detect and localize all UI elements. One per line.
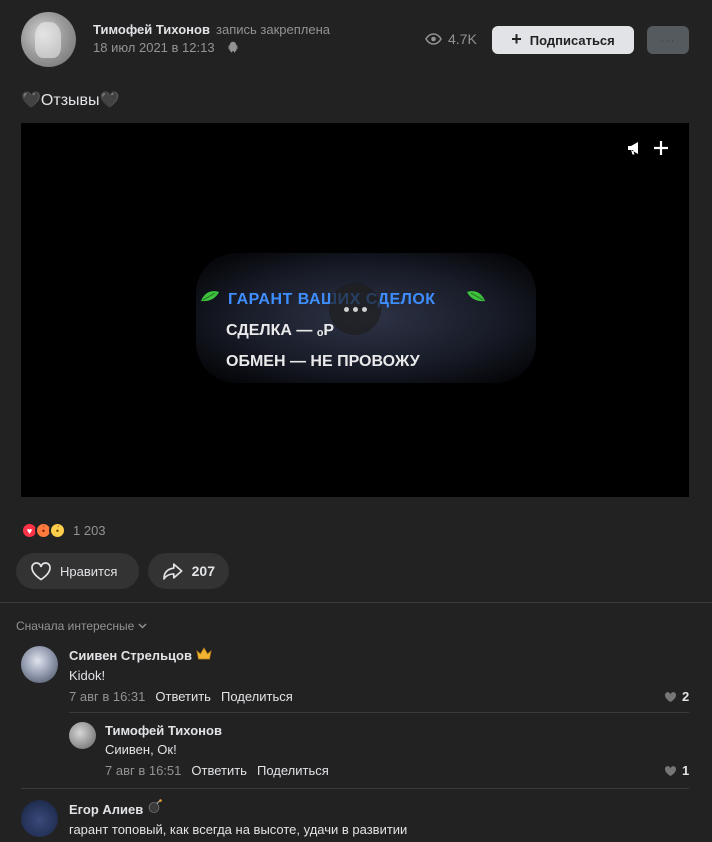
android-icon xyxy=(228,41,238,53)
comment-text: гарант топовый, как всегда на высоте, уд… xyxy=(69,822,408,837)
more-dots-icon: ··· xyxy=(660,33,676,47)
pinned-note: запись закреплена xyxy=(216,22,330,37)
comment-meta: 7 авг в 16:31 Ответить Поделиться xyxy=(69,689,293,704)
sort-label: Сначала интересные xyxy=(16,619,135,633)
reply-button[interactable]: Ответить xyxy=(155,689,211,704)
video-controls xyxy=(627,140,669,156)
comment-like-count: 2 xyxy=(682,689,690,704)
loading-spinner-icon xyxy=(329,283,381,335)
share-comment-button[interactable]: Поделиться xyxy=(257,763,329,778)
author-name[interactable]: Тимофей Тихонов xyxy=(93,22,210,37)
share-comment-button[interactable]: Поделиться xyxy=(221,689,293,704)
bomb-icon xyxy=(148,799,162,813)
comment-meta: 7 авг в 16:51 Ответить Поделиться xyxy=(105,763,329,778)
heart-icon xyxy=(664,765,677,776)
comment-author[interactable]: Сиивен Стрельцов xyxy=(69,648,192,663)
comment-divider xyxy=(21,788,689,789)
comment-text: Kidok! xyxy=(69,668,106,683)
chevron-down-icon xyxy=(138,623,147,629)
comment-like-count: 1 xyxy=(682,763,690,778)
share-arrow-icon xyxy=(163,563,183,580)
video-player[interactable]: ГАРАНТ ВАШИХ СДЕЛОК СДЕЛКА — ₒР ОБМЕН — … xyxy=(21,123,689,497)
comment-author[interactable]: Тимофей Тихонов xyxy=(105,723,222,738)
views-count: 4.7K xyxy=(448,31,477,47)
share-button[interactable]: 207 xyxy=(148,553,229,589)
sad-reaction-icon: •́ xyxy=(49,522,66,539)
reaction-count: 1 203 xyxy=(73,523,106,538)
avatar[interactable] xyxy=(21,800,58,837)
comment-text: Сиивен, Ок! xyxy=(105,742,177,757)
author-avatar[interactable] xyxy=(21,12,76,67)
more-options-button[interactable]: ··· xyxy=(647,26,689,54)
share-count: 207 xyxy=(191,563,215,579)
plus-icon: + xyxy=(511,29,522,49)
comments-sort-dropdown[interactable]: Сначала интересные xyxy=(16,619,147,633)
reactions-summary[interactable]: ♥ •̀ •́ 1 203 xyxy=(21,522,106,539)
subscribe-label: Подписаться xyxy=(529,32,615,48)
avatar[interactable] xyxy=(21,646,58,683)
section-divider xyxy=(0,602,712,603)
reply-button[interactable]: Ответить xyxy=(191,763,247,778)
megaphone-icon[interactable] xyxy=(627,140,643,156)
comment-date[interactable]: 7 авг в 16:51 xyxy=(105,763,181,778)
post-text: 🖤Отзывы🖤 xyxy=(21,92,120,109)
avatar[interactable] xyxy=(69,722,96,749)
comment-date[interactable]: 7 авг в 16:31 xyxy=(69,689,145,704)
video-text-line: СДЕЛКА — ₒР xyxy=(226,322,335,339)
post-header: Тимофей Тихонов запись закреплена 18 июл… xyxy=(0,0,712,80)
post-date[interactable]: 18 июл 2021 в 12:13 xyxy=(93,40,215,55)
like-button[interactable]: Нравится xyxy=(16,553,139,589)
like-label: Нравится xyxy=(60,563,118,579)
leaf-icon xyxy=(467,291,485,302)
heart-icon xyxy=(664,691,677,702)
comment-author[interactable]: Егор Алиев xyxy=(69,802,143,817)
crown-icon xyxy=(196,647,212,660)
subscribe-button[interactable]: + Подписаться xyxy=(492,26,634,54)
heart-icon xyxy=(31,562,51,581)
leaf-icon xyxy=(201,291,219,302)
views-counter: 4.7K xyxy=(425,31,477,47)
comment-like-button[interactable]: 1 xyxy=(664,763,689,778)
add-icon[interactable] xyxy=(653,140,669,156)
comment-divider xyxy=(69,712,689,713)
eye-icon xyxy=(425,33,442,45)
comment-like-button[interactable]: 2 xyxy=(664,689,689,704)
video-text-line: ОБМЕН — НЕ ПРОВОЖУ xyxy=(226,353,420,370)
